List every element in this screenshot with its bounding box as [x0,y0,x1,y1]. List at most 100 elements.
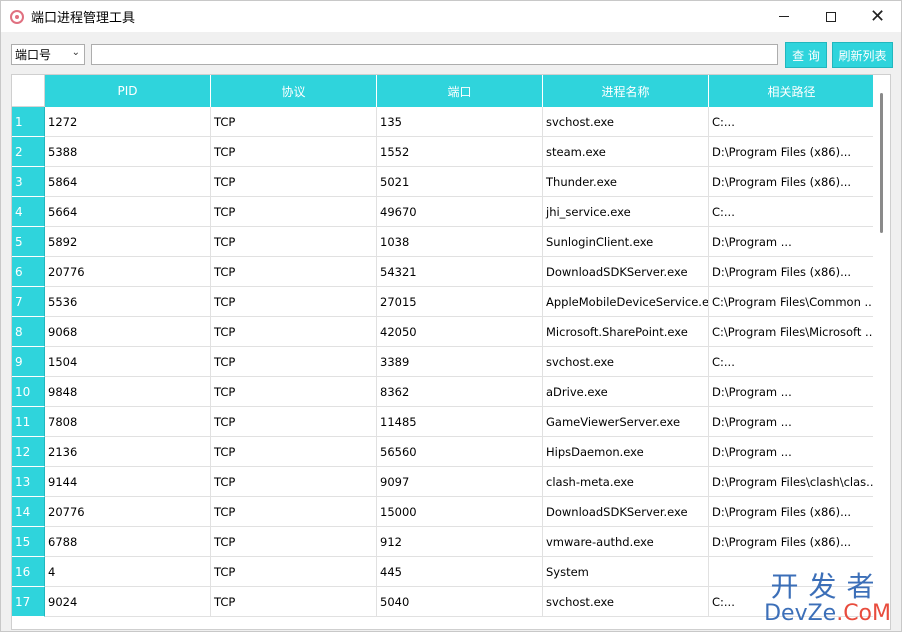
cell-path[interactable]: D:\Program ... [709,227,875,257]
cell-port[interactable]: 912 [377,527,543,557]
cell-path[interactable]: C:... [709,587,875,617]
cell-pid[interactable]: 1272 [45,107,211,137]
cell-port[interactable]: 1552 [377,137,543,167]
cell-port[interactable]: 5021 [377,167,543,197]
filter-select[interactable]: 端口号 ⌄ [11,44,85,65]
row-number[interactable]: 17 [12,587,45,617]
cell-protocol[interactable]: TCP [211,107,377,137]
cell-process-name[interactable]: Thunder.exe [543,167,709,197]
cell-port[interactable]: 3389 [377,347,543,377]
cell-port[interactable]: 27015 [377,287,543,317]
cell-pid[interactable]: 9144 [45,467,211,497]
query-button[interactable]: 查 询 [785,42,827,68]
cell-process-name[interactable]: clash-meta.exe [543,467,709,497]
scrollbar-thumb[interactable] [880,93,883,233]
cell-pid[interactable]: 7808 [45,407,211,437]
row-number[interactable]: 15 [12,527,45,557]
cell-pid[interactable]: 9848 [45,377,211,407]
cell-path[interactable]: D:\Program Files (x86)... [709,257,875,287]
table-row[interactable]: 6 20776 TCP 54321 DownloadSDKServer.exe D:\Pr… [12,257,875,287]
cell-port[interactable]: 49670 [377,197,543,227]
cell-protocol[interactable]: TCP [211,437,377,467]
cell-pid[interactable]: 2136 [45,437,211,467]
minimize-button[interactable] [760,1,807,32]
cell-path[interactable]: C:... [709,107,875,137]
table-row[interactable]: 2 5388 TCP 1552 steam.exe D:\Program Files (x… [12,137,875,167]
cell-port[interactable]: 8362 [377,377,543,407]
cell-port[interactable]: 42050 [377,317,543,347]
row-number[interactable]: 1 [12,107,45,137]
cell-port[interactable]: 445 [377,557,543,587]
cell-process-name[interactable]: HipsDaemon.exe [543,437,709,467]
cell-pid[interactable]: 5536 [45,287,211,317]
cell-pid[interactable]: 5664 [45,197,211,227]
cell-protocol[interactable]: TCP [211,467,377,497]
cell-process-name[interactable]: AppleMobileDeviceService.e... [543,287,709,317]
cell-process-name[interactable]: Microsoft.SharePoint.exe [543,317,709,347]
cell-pid[interactable]: 20776 [45,257,211,287]
cell-process-name[interactable]: SunloginClient.exe [543,227,709,257]
table-row[interactable]: 17 9024 TCP 5040 svchost.exe C:... [12,587,875,617]
cell-process-name[interactable]: vmware-authd.exe [543,527,709,557]
cell-process-name[interactable]: System [543,557,709,587]
row-number[interactable]: 4 [12,197,45,227]
table-row[interactable]: 9 1504 TCP 3389 svchost.exe C:... [12,347,875,377]
cell-port[interactable]: 135 [377,107,543,137]
cell-port[interactable]: 56560 [377,437,543,467]
cell-process-name[interactable]: svchost.exe [543,107,709,137]
cell-process-name[interactable]: GameViewerServer.exe [543,407,709,437]
cell-path[interactable]: D:\Program Files (x86)... [709,167,875,197]
cell-protocol[interactable]: TCP [211,587,377,617]
cell-protocol[interactable]: TCP [211,197,377,227]
cell-process-name[interactable]: svchost.exe [543,347,709,377]
cell-path[interactable]: D:\Program ... [709,437,875,467]
column-header-process[interactable]: 进程名称 [543,75,709,107]
cell-path[interactable] [709,557,875,587]
row-number[interactable]: 6 [12,257,45,287]
column-header-protocol[interactable]: 协议 [211,75,377,107]
table-row[interactable]: 10 9848 TCP 8362 aDrive.exe D:\Program ... [12,377,875,407]
row-number[interactable]: 10 [12,377,45,407]
cell-pid[interactable]: 1504 [45,347,211,377]
column-header-port[interactable]: 端口 [377,75,543,107]
close-button[interactable]: ✕ [854,1,901,32]
cell-protocol[interactable]: TCP [211,167,377,197]
cell-port[interactable]: 15000 [377,497,543,527]
cell-process-name[interactable]: svchost.exe [543,587,709,617]
table-corner[interactable] [12,75,45,107]
cell-path[interactable]: D:\Program Files\clash\clas... [709,467,875,497]
cell-protocol[interactable]: TCP [211,227,377,257]
cell-protocol[interactable]: TCP [211,287,377,317]
vertical-scrollbar[interactable] [873,75,890,629]
table-row[interactable]: 8 9068 TCP 42050 Microsoft.SharePoint.exe C:\… [12,317,875,347]
cell-protocol[interactable]: TCP [211,347,377,377]
column-header-pid[interactable]: PID [45,75,211,107]
maximize-button[interactable] [807,1,854,32]
cell-path[interactable]: C:\Program Files\Common ... [709,287,875,317]
cell-pid[interactable]: 5864 [45,167,211,197]
cell-protocol[interactable]: TCP [211,497,377,527]
cell-path[interactable]: D:\Program Files (x86)... [709,137,875,167]
row-number[interactable]: 12 [12,437,45,467]
cell-path[interactable]: C:... [709,347,875,377]
cell-pid[interactable]: 5892 [45,227,211,257]
table-row[interactable]: 13 9144 TCP 9097 clash-meta.exe D:\Program Fi… [12,467,875,497]
cell-port[interactable]: 5040 [377,587,543,617]
cell-pid[interactable]: 9024 [45,587,211,617]
cell-pid[interactable]: 9068 [45,317,211,347]
table-row[interactable]: 14 20776 TCP 15000 DownloadSDKServer.exe D:\P… [12,497,875,527]
row-number[interactable]: 13 [12,467,45,497]
cell-pid[interactable]: 6788 [45,527,211,557]
row-number[interactable]: 7 [12,287,45,317]
cell-pid[interactable]: 5388 [45,137,211,167]
cell-protocol[interactable]: TCP [211,257,377,287]
row-number[interactable]: 11 [12,407,45,437]
cell-protocol[interactable]: TCP [211,407,377,437]
cell-port[interactable]: 11485 [377,407,543,437]
table-row[interactable]: 5 5892 TCP 1038 SunloginClient.exe D:\Program… [12,227,875,257]
row-number[interactable]: 9 [12,347,45,377]
cell-process-name[interactable]: aDrive.exe [543,377,709,407]
cell-protocol[interactable]: TCP [211,137,377,167]
row-number[interactable]: 3 [12,167,45,197]
table-row[interactable]: 7 5536 TCP 27015 AppleMobileDeviceService.e.… [12,287,875,317]
